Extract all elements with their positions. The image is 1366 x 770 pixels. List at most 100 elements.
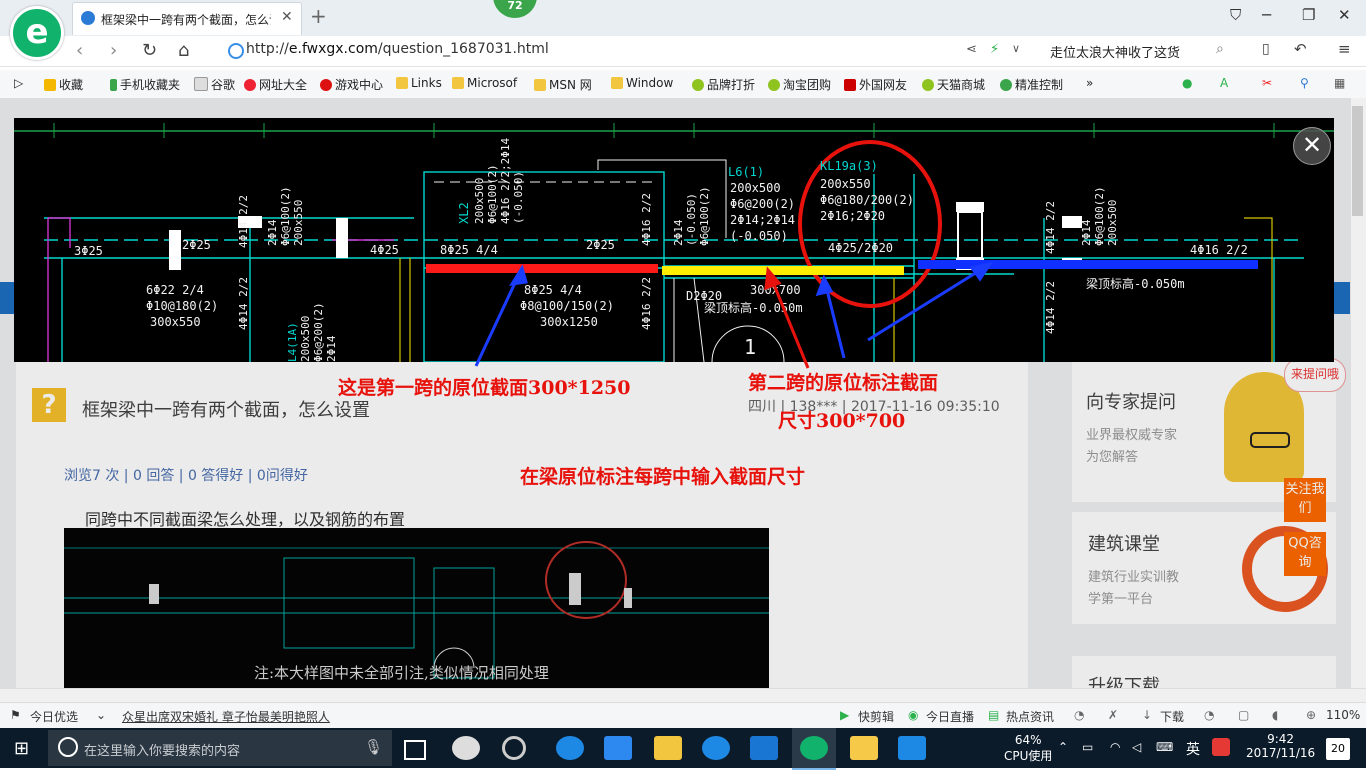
scissors-icon[interactable]: ✂: [1262, 76, 1272, 90]
fav-item[interactable]: Microsof: [452, 76, 517, 90]
leaf-icon: [768, 79, 780, 91]
forward-icon[interactable]: ›: [110, 40, 117, 61]
tray-chevron-icon[interactable]: ⌃: [1058, 740, 1068, 754]
store-icon[interactable]: [604, 736, 632, 760]
ime-indicator[interactable]: 英: [1186, 739, 1200, 759]
fav-item[interactable]: 淘宝团购: [768, 76, 831, 93]
app-g-icon[interactable]: [502, 736, 526, 760]
mic-icon[interactable]: 🎙: [364, 738, 383, 756]
speed-icon[interactable]: ◔: [1074, 708, 1084, 722]
cpu-usage[interactable]: 64% CPU使用: [1004, 733, 1052, 764]
undo-icon[interactable]: ↶: [1294, 40, 1307, 58]
fav-item[interactable]: 天猫商城: [922, 76, 985, 93]
scroll-thumb[interactable]: [1352, 106, 1363, 216]
tools-icon[interactable]: ✗: [1108, 708, 1118, 722]
chevron-down-icon[interactable]: ∨: [1012, 42, 1020, 55]
clock-date: 2017/11/16: [1246, 746, 1316, 760]
maximize-button[interactable]: ❐: [1302, 6, 1315, 24]
windows-start-icon[interactable]: ⊞: [14, 738, 29, 759]
fav-item[interactable]: Window: [611, 76, 673, 90]
reload-icon[interactable]: ↻: [142, 40, 157, 61]
url-prefix: http://: [246, 41, 289, 57]
task-view-icon[interactable]: [404, 740, 426, 760]
gift-icon[interactable]: ⚑: [10, 708, 21, 722]
today-live[interactable]: 今日直播: [926, 708, 974, 725]
fav-item[interactable]: 网址大全: [244, 76, 307, 93]
close-tab-icon[interactable]: ✕: [281, 9, 293, 25]
edge-icon[interactable]: [556, 736, 584, 760]
minimize-button[interactable]: ─: [1262, 6, 1271, 24]
app-cross-icon[interactable]: [898, 736, 926, 760]
fav-item[interactable]: 收藏: [44, 76, 83, 93]
window-icon[interactable]: ▢: [1238, 708, 1249, 722]
leaf-icon: [922, 79, 934, 91]
news-icon[interactable]: ▤: [988, 708, 999, 722]
zoom-level[interactable]: 110%: [1326, 708, 1360, 722]
sogou-icon[interactable]: [1212, 738, 1230, 756]
chevron-down-icon[interactable]: ⌄: [96, 708, 106, 722]
cpu-percent: 64%: [1014, 733, 1042, 747]
browser-task-icon[interactable]: [800, 736, 828, 760]
home-icon[interactable]: ⌂: [178, 40, 189, 61]
search-icon[interactable]: ⌕: [1216, 41, 1224, 57]
app-fan-icon[interactable]: [452, 736, 480, 760]
translate-icon[interactable]: A: [1220, 76, 1228, 90]
fav-item[interactable]: Links: [396, 76, 442, 90]
fav-item[interactable]: 谷歌: [194, 76, 235, 93]
notification-center[interactable]: 20: [1326, 738, 1350, 760]
clock[interactable]: 9:42 2017/11/16: [1246, 732, 1315, 760]
cortana-icon[interactable]: [58, 737, 78, 757]
more-favorites-icon[interactable]: »: [1086, 76, 1093, 90]
shield-icon[interactable]: ●: [1182, 76, 1192, 90]
favbar-toggle-icon[interactable]: ▷: [14, 76, 23, 90]
lightning-icon[interactable]: ⚡: [990, 42, 999, 57]
downloads[interactable]: 下载: [1160, 708, 1184, 725]
back-icon[interactable]: ‹: [76, 40, 83, 61]
annotation-second-span-2: 尺寸300*700: [778, 410, 906, 432]
history-icon[interactable]: ◔: [1204, 708, 1214, 722]
today-picks[interactable]: 今日优选: [30, 708, 78, 725]
new-tab-button[interactable]: +: [310, 4, 327, 28]
clip-icon[interactable]: ▶: [840, 708, 849, 722]
close-window-button[interactable]: ✕: [1338, 6, 1351, 24]
skin-icon[interactable]: ⛉: [1230, 6, 1241, 24]
url-path: /question_1687031.html: [377, 41, 549, 57]
fav-item[interactable]: MSN 网: [534, 76, 592, 93]
volume-icon[interactable]: ◁: [1132, 740, 1141, 754]
menu-icon[interactable]: ≡: [1338, 40, 1351, 58]
fav-item[interactable]: 品牌打折: [692, 76, 755, 93]
fav-item[interactable]: 手机收藏夹: [110, 76, 180, 93]
hot-news[interactable]: 热点资讯: [1006, 708, 1054, 725]
fav-item[interactable]: 外国网友: [844, 76, 907, 93]
fav-item[interactable]: 游戏中心: [320, 76, 383, 93]
zoom-icon[interactable]: ⊕: [1306, 708, 1316, 722]
browser-logo[interactable]: e: [10, 6, 64, 60]
folder-icon: [611, 77, 623, 89]
browser-tab[interactable]: 框架梁中一跨有两个截面，怎么设 ✕: [72, 2, 302, 35]
grid-icon[interactable]: ▦: [1334, 76, 1345, 90]
live-icon[interactable]: ◉: [908, 708, 918, 722]
share-icon[interactable]: ⋖: [966, 42, 977, 57]
news-ticker[interactable]: 众星出席双宋婚礼 章子怡最美明艳照人: [122, 708, 330, 725]
quick-clip[interactable]: 快剪辑: [858, 708, 894, 725]
url-field[interactable]: http://e.fwxgx.com/question_1687031.html: [246, 41, 549, 57]
phone-icon: [110, 79, 117, 91]
game-icon: [320, 79, 332, 91]
ie-icon[interactable]: [702, 736, 730, 760]
mobile-icon[interactable]: ▯: [1262, 41, 1270, 57]
search-suggestion[interactable]: 走位太浪大神收了这货: [1050, 42, 1180, 61]
speaker-icon[interactable]: ◖: [1272, 708, 1278, 722]
download-icon[interactable]: ↓: [1142, 708, 1152, 722]
battery-icon[interactable]: ▭: [1082, 740, 1093, 754]
horizontal-scrollbar[interactable]: [0, 688, 1366, 703]
site-icon: [244, 79, 256, 91]
star-icon: [44, 79, 56, 91]
app-blue-g-icon[interactable]: [750, 736, 778, 760]
magnifier-icon[interactable]: ⚲: [1300, 76, 1309, 90]
fav-item[interactable]: 精准控制: [1000, 76, 1063, 93]
keyboard-icon[interactable]: ⌨: [1156, 740, 1173, 754]
notes-icon[interactable]: [850, 736, 878, 760]
wifi-icon[interactable]: ◠: [1110, 740, 1120, 754]
folder-icon: [396, 77, 408, 89]
explorer-icon[interactable]: [654, 736, 682, 760]
